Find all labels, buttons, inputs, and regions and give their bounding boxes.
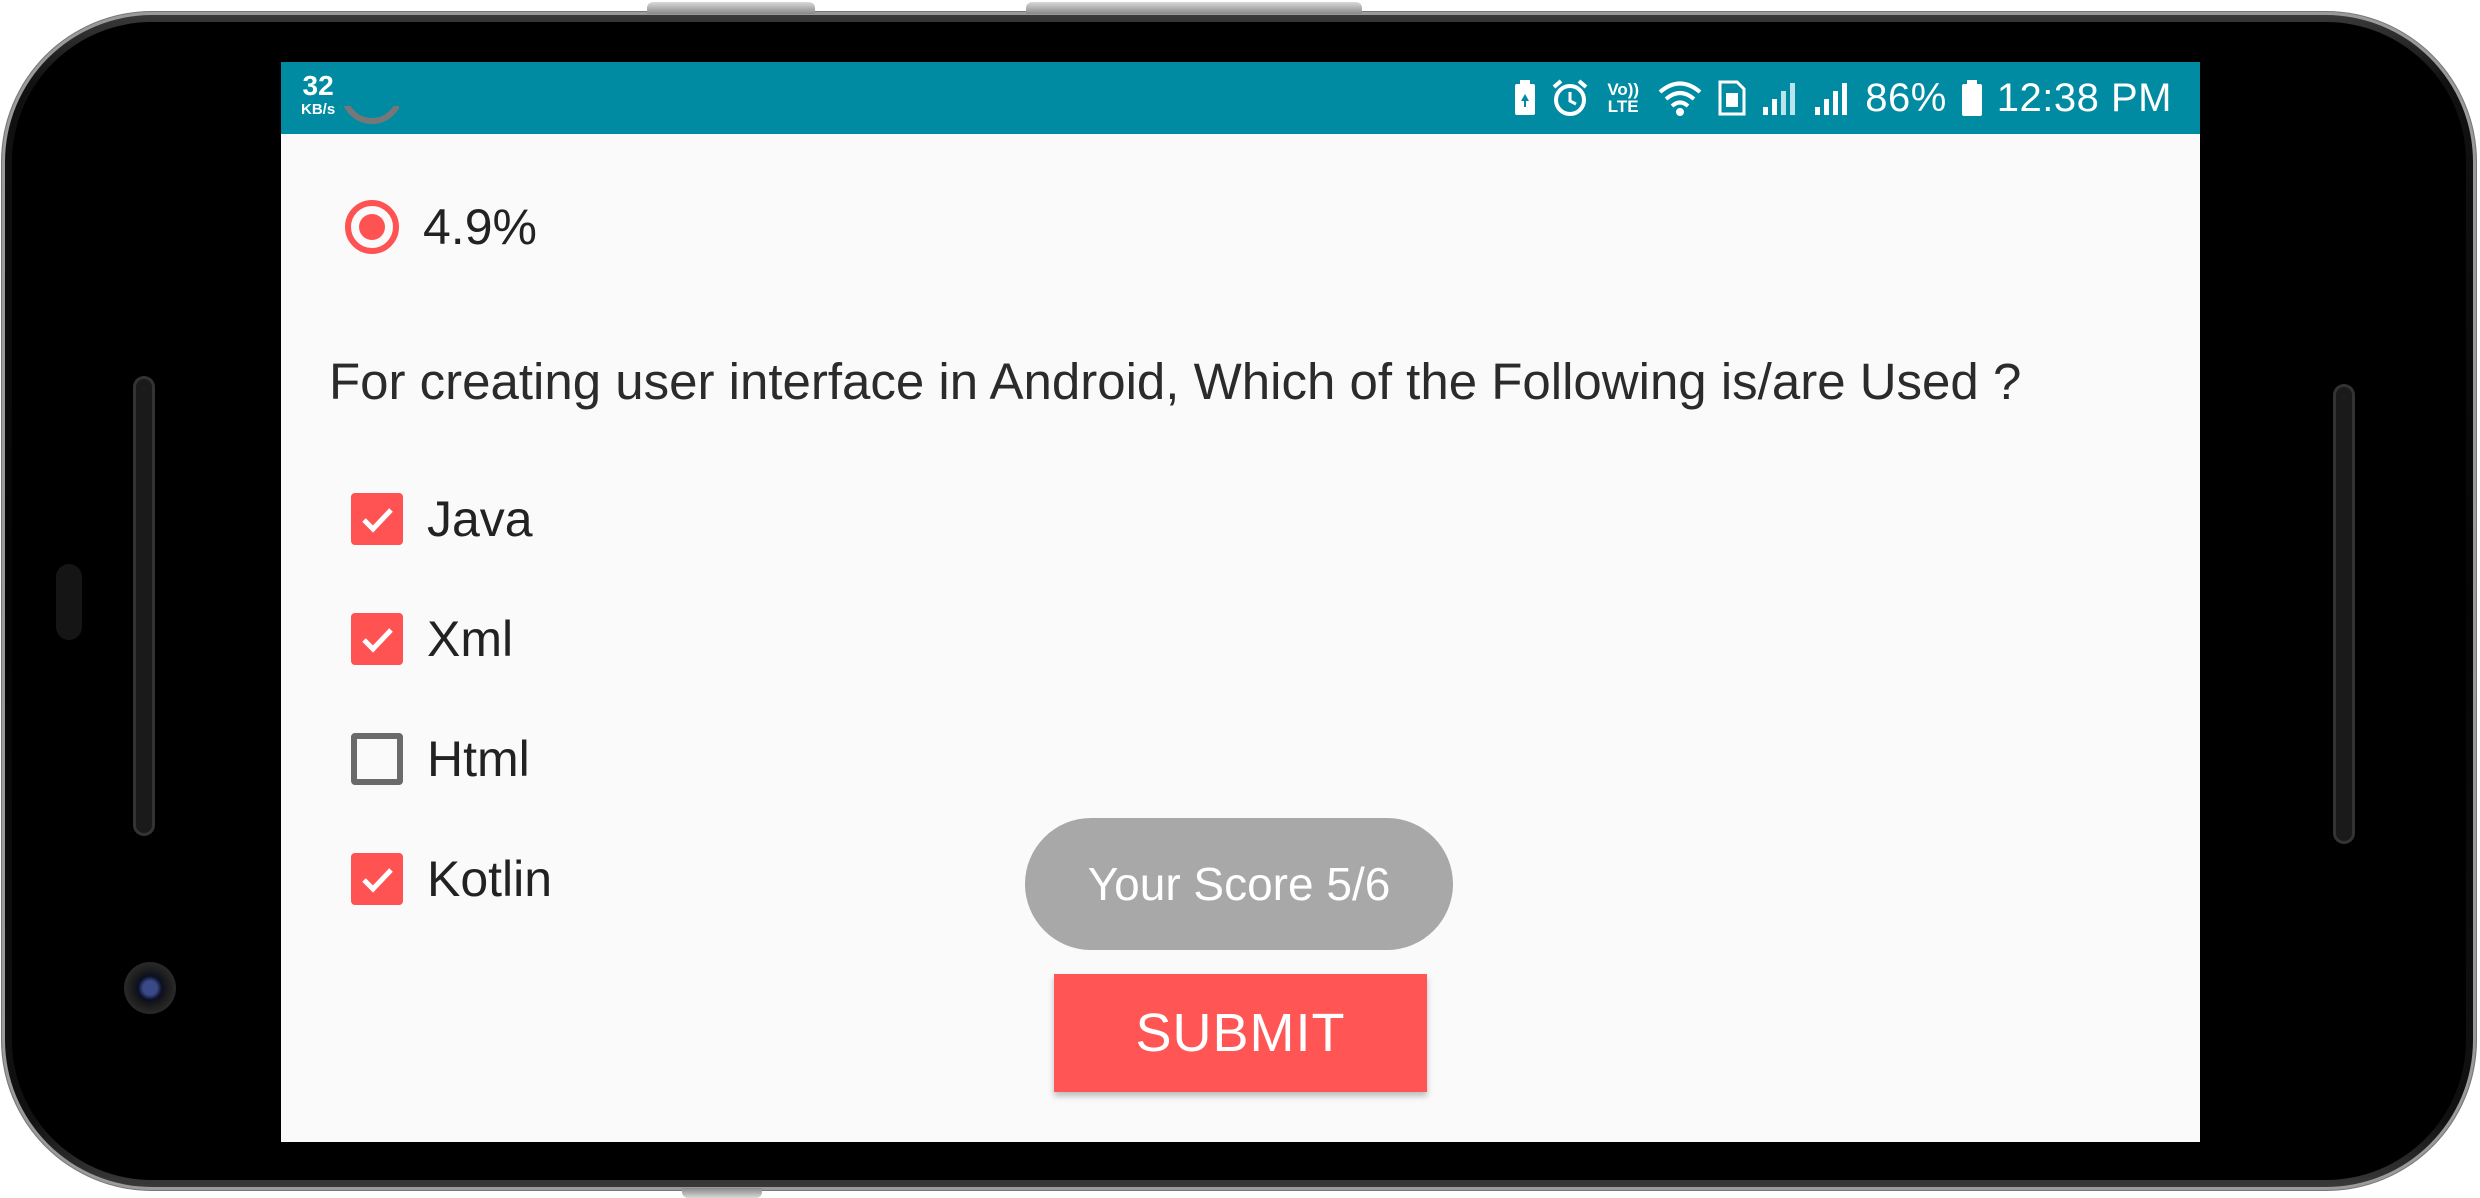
network-speed-value: 32: [302, 70, 334, 101]
checkbox-option-kotlin[interactable]: Kotlin: [345, 850, 552, 908]
front-camera: [124, 962, 176, 1014]
checkbox-label: Kotlin: [427, 851, 553, 907]
volte-label: Vo)) LTE: [1607, 80, 1640, 116]
checkbox-option-java[interactable]: Java: [345, 490, 533, 548]
battery-percent: 86%: [1865, 75, 1947, 120]
checkbox-checked-icon[interactable]: [351, 853, 403, 905]
checkbox-option-html[interactable]: Html: [345, 730, 530, 788]
checkbox-option-xml[interactable]: Xml: [345, 610, 513, 668]
proximity-sensor: [56, 564, 82, 640]
checkbox-label: Java: [427, 491, 533, 547]
signal-icon: [1813, 79, 1851, 117]
wifi-icon: [1657, 79, 1703, 117]
status-bar: 32 KB/s Vo)) LTE 86% 12:38 PM: [281, 62, 2200, 134]
checkbox-label: Html: [427, 731, 530, 787]
checkbox-unchecked-icon[interactable]: [351, 733, 403, 785]
question-text: For creating user interface in Android, …: [329, 353, 2022, 410]
speaker-right: [2333, 384, 2355, 844]
sim-icon: [1717, 79, 1747, 117]
submit-button[interactable]: SUBMIT: [1054, 974, 1427, 1092]
status-icons: Vo)) LTE 86% 12:38 PM: [1513, 62, 2172, 134]
alarm-icon: [1551, 79, 1589, 117]
side-button: [682, 1188, 762, 1198]
battery-icon: [1961, 79, 1983, 117]
radio-option-selected[interactable]: 4.9%: [345, 198, 537, 256]
score-toast: Your Score 5/6: [1025, 818, 1453, 950]
volume-button: [647, 2, 815, 14]
battery-saver-icon: [1513, 79, 1537, 117]
speaker-left: [133, 376, 155, 836]
network-speed-unit: KB/s: [301, 101, 336, 118]
clock: 12:38 PM: [1996, 75, 2172, 120]
network-speed: 32 KB/s: [301, 70, 336, 118]
power-button: [1026, 2, 1362, 14]
volte-icon: Vo)) LTE: [1603, 81, 1643, 115]
checkbox-checked-icon[interactable]: [351, 613, 403, 665]
checkbox-label: Xml: [427, 611, 514, 667]
radio-selected-icon[interactable]: [345, 200, 399, 254]
signal-icon: [1761, 79, 1799, 117]
app-screen: 32 KB/s Vo)) LTE 86% 12:38 PM 4.9% For c…: [281, 62, 2200, 1142]
previous-radio-button[interactable]: [341, 106, 399, 146]
checkbox-checked-icon[interactable]: [351, 493, 403, 545]
radio-option-label: 4.9%: [423, 199, 537, 255]
